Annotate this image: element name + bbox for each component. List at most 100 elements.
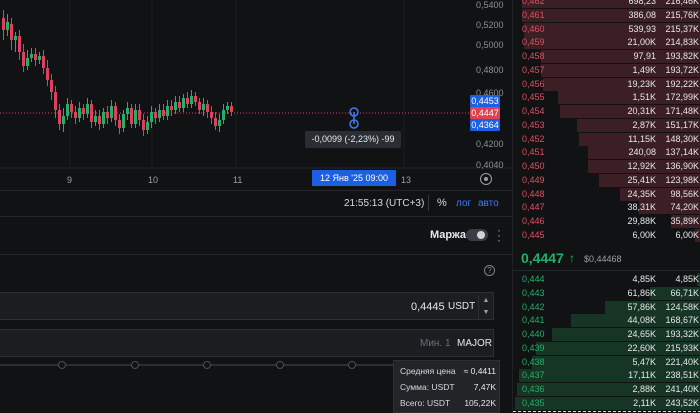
quantity-input[interactable]: Мин. 1 MAJOR (0, 329, 494, 357)
percent-scale-button[interactable]: % (437, 197, 447, 209)
candle-body (206, 104, 209, 112)
bid-row[interactable]: 0,440 24,65K 193,32K (513, 328, 700, 341)
bid-row[interactable]: 0,444 4,85K 4,85K (513, 273, 700, 286)
ask-amount: 38,31K (627, 202, 656, 213)
candle-body (214, 118, 217, 126)
candlestick-plot[interactable] (0, 0, 512, 190)
bid-row[interactable]: 0,441 44,08K 168,67K (513, 314, 700, 328)
ask-amount: 97,91 (633, 51, 656, 61)
candle-body (22, 52, 25, 66)
candle-body (98, 116, 101, 124)
candle-body (218, 120, 221, 126)
help-icon[interactable]: ? (484, 265, 495, 276)
ask-row[interactable]: 0,448 24,35K 98,56K (513, 187, 700, 201)
ask-total: 192,22K (665, 78, 699, 89)
slider-knob[interactable] (203, 361, 211, 369)
ask-row[interactable]: 0,445 6,00K 6,00K (513, 228, 700, 242)
quantity-min: Мин. 1 (420, 338, 451, 349)
ask-row[interactable]: 0,450 12,92K 136,90K (513, 160, 700, 173)
auto-scale-button[interactable]: авто (478, 198, 499, 209)
price-tag-last: 0,4447 (470, 107, 500, 119)
bid-row[interactable]: 0,443 61,86K 66,71K (513, 286, 700, 300)
ask-row[interactable]: 0,462 698,23 216,46K (513, 0, 700, 8)
candle-body (38, 56, 41, 60)
ask-row[interactable]: 0,447 38,31K 74,20K (513, 201, 700, 215)
ask-price: 0,455 (522, 92, 545, 103)
candle-body (82, 108, 85, 114)
ask-row[interactable]: 0,459 21,00K 214,83K (513, 36, 700, 50)
tooltip-key: Средняя цена (400, 366, 456, 376)
ask-total: 172,99K (665, 92, 699, 103)
bid-total: 168,67K (665, 315, 699, 326)
candle-body (178, 102, 181, 108)
ask-amount: 1,49K (632, 64, 656, 75)
ask-row[interactable]: 0,458 97,91 193,82K (513, 50, 700, 63)
price-chart[interactable]: 0,5400 0,5200 0,5000 0,4800 0,4600 0,420… (0, 0, 512, 190)
bid-price: 0,439 (522, 342, 545, 353)
clock-label: 21:55:13 (UTC+3) (344, 198, 425, 209)
ask-row[interactable]: 0,446 29,88K 35,89K (513, 215, 700, 228)
more-vertical-icon[interactable]: · · · (497, 224, 503, 246)
bid-price: 0,442 (522, 301, 545, 312)
candle-body (154, 112, 157, 118)
ask-amount: 12,92K (627, 161, 656, 171)
ask-row[interactable]: 0,460 539,93 215,37K (513, 22, 700, 36)
order-book: 0,462 698,23 216,46K 0,461 386,08 215,76K 0,46… (512, 0, 700, 413)
bid-price: 0,436 (522, 384, 545, 394)
chevron-up-icon[interactable]: ▲ (479, 295, 493, 307)
price-stepper[interactable]: ▲ ▼ (478, 295, 492, 319)
bid-row[interactable]: 0,436 2,88K 241,40K (513, 383, 700, 396)
ask-price: 0,448 (522, 188, 545, 199)
slider-knob[interactable] (58, 361, 66, 369)
dashed-divider (513, 411, 700, 412)
price-input[interactable]: 0,4445 USDT ▲ ▼ (0, 292, 494, 320)
ask-amount: 386,08 (628, 9, 656, 20)
last-price: 0,4447 (521, 250, 564, 266)
candle-body (102, 112, 105, 124)
quantity-unit: MAJOR (457, 338, 492, 349)
ask-row[interactable]: 0,454 20,31K 171,48K (513, 105, 700, 118)
slider-knob[interactable] (276, 361, 284, 369)
ask-amount: 19,23K (627, 78, 656, 89)
slider-knob[interactable] (348, 361, 356, 369)
candle-body (78, 108, 81, 118)
candle-body (182, 98, 185, 108)
ask-row[interactable]: 0,456 19,23K 192,22K (513, 77, 700, 91)
candle-body (134, 110, 137, 124)
ask-amount: 11,15K (628, 133, 656, 144)
chevron-down-icon[interactable]: ▼ (479, 307, 493, 319)
ask-price: 0,459 (522, 37, 545, 48)
bid-price: 0,443 (522, 287, 545, 298)
gear-icon[interactable] (480, 173, 492, 185)
ask-row[interactable]: 0,461 386,08 215,76K (513, 8, 700, 22)
candle-body (46, 68, 49, 80)
bid-total: 4,85K (675, 274, 699, 284)
ask-row[interactable]: 0,449 25,41K 123,98K (513, 173, 700, 187)
candle-body (54, 92, 57, 110)
bid-row[interactable]: 0,442 57,86K 124,58K (513, 300, 700, 314)
ask-total: 193,72K (665, 64, 699, 75)
ask-row[interactable]: 0,453 2,87K 151,17K (513, 118, 700, 132)
bid-amount: 61,86K (627, 287, 656, 298)
candle-body (42, 56, 45, 68)
ask-total: 74,20K (670, 202, 699, 213)
date-axis-label: 13 (401, 175, 412, 185)
ask-row[interactable]: 0,455 1,51K 172,99K (513, 91, 700, 105)
bid-row[interactable]: 0,439 22,60K 215,93K (513, 341, 700, 355)
candle-body (50, 80, 53, 92)
ask-total: 6,00K (675, 229, 699, 240)
ask-row[interactable]: 0,457 1,49K 193,72K (513, 63, 700, 77)
candle-body (198, 102, 201, 110)
bid-row[interactable]: 0,438 5,47K 221,40K (513, 355, 700, 369)
amount-slider[interactable] (0, 360, 400, 370)
ask-row[interactable]: 0,451 240,08 137,14K (513, 146, 700, 160)
bid-row[interactable]: 0,435 2,11K 243,52K (513, 396, 700, 410)
bid-row[interactable]: 0,437 17,11K 238,51K (513, 369, 700, 383)
slider-knob[interactable] (131, 361, 139, 369)
candle-body (162, 110, 165, 116)
bid-total: 241,40K (665, 384, 699, 394)
ask-row[interactable]: 0,452 11,15K 148,30K (513, 132, 700, 146)
ask-price: 0,445 (522, 229, 545, 240)
margin-toggle[interactable] (466, 229, 488, 241)
log-scale-button[interactable]: лог (456, 198, 471, 209)
